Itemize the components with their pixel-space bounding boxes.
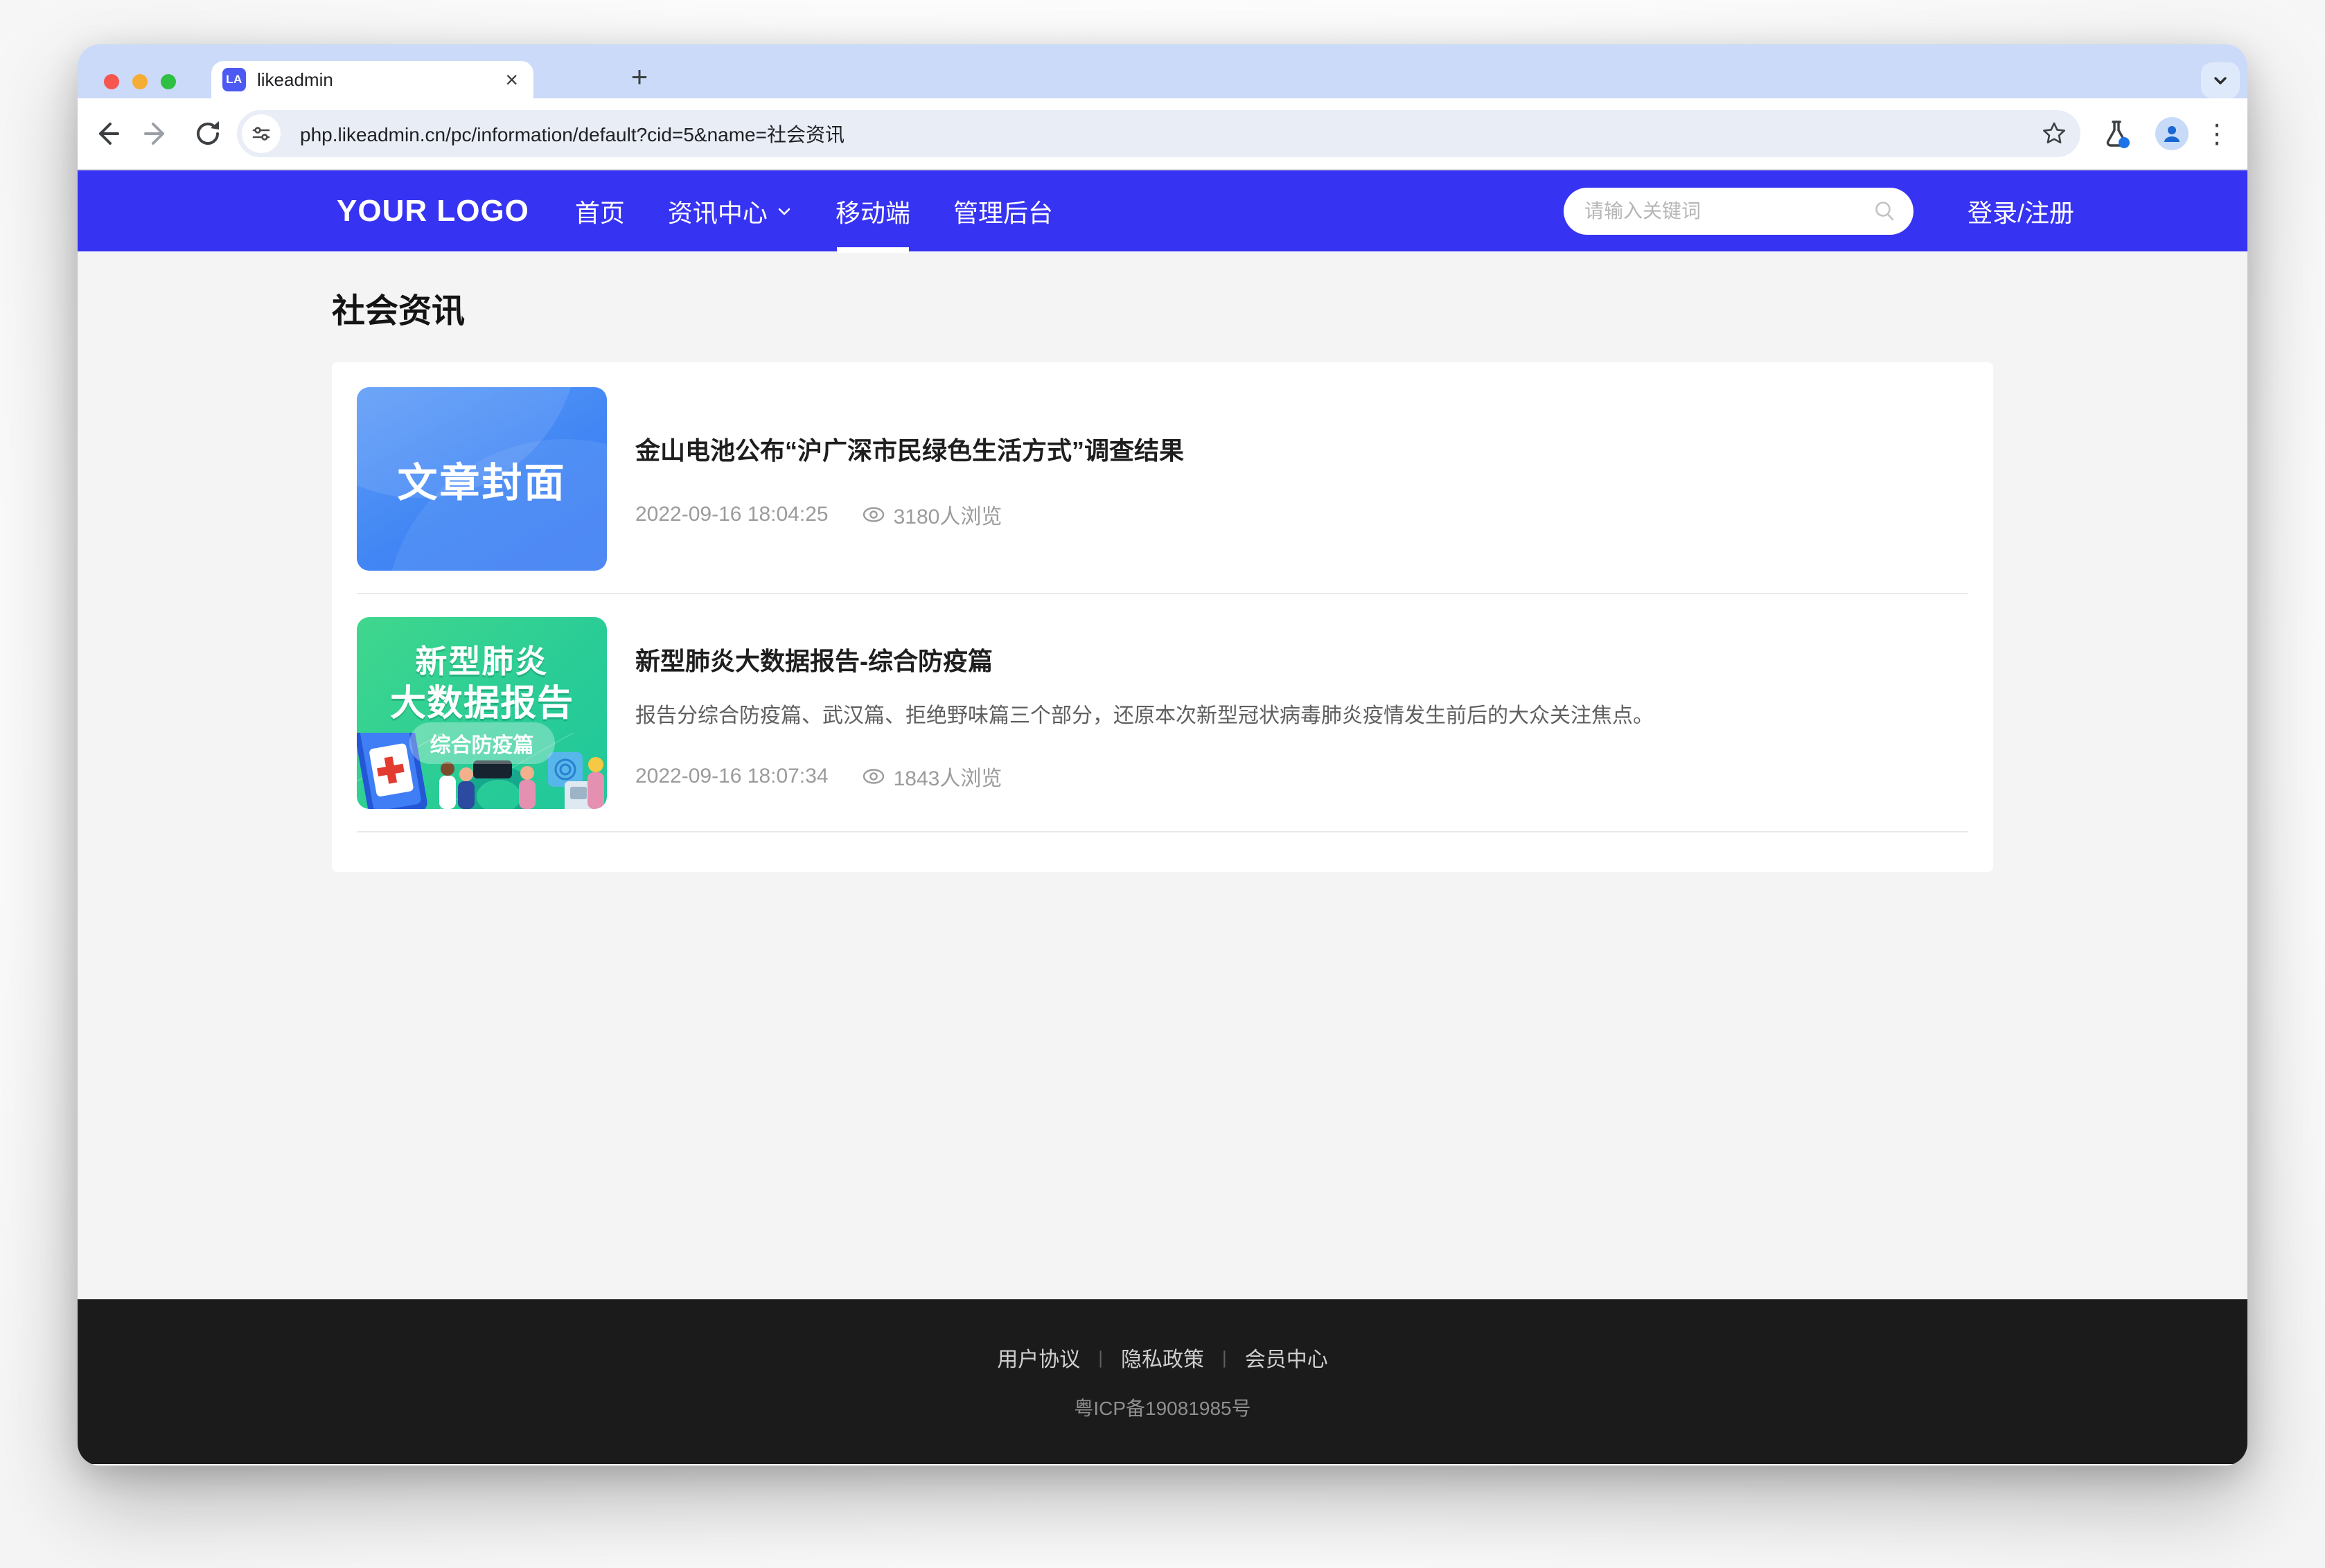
article-thumbnail[interactable]: 文章封面	[357, 387, 607, 571]
divider	[357, 593, 1968, 594]
zoom-window-button[interactable]	[161, 74, 176, 89]
footer-separator: |	[1098, 1347, 1103, 1369]
tab-strip: LA likeadmin × +	[78, 44, 2247, 98]
eye-icon	[862, 506, 885, 523]
site-logo[interactable]: YOUR LOGO	[337, 194, 529, 229]
article-views: 1843人浏览	[862, 761, 1002, 792]
article-list-card: 文章封面 金山电池公布“沪广深市民绿色生活方式”调查结果 2022-09-16 …	[332, 362, 1993, 872]
chevron-down-icon	[776, 203, 793, 220]
nav-item-home[interactable]: 首页	[575, 193, 625, 229]
search-box	[1564, 188, 1913, 235]
article-title[interactable]: 新型肺炎大数据报告-综合防疫篇	[635, 646, 1968, 677]
footer-links: 用户协议 | 隐私政策 | 会员中心	[997, 1342, 1328, 1373]
desktop: LA likeadmin × +	[0, 0, 2325, 1568]
search-icon[interactable]	[1873, 199, 1897, 226]
site-navbar: YOUR LOGO 首页 资讯中心 移动端 管理后台	[78, 170, 2247, 251]
article-thumbnail[interactable]: 新型肺炎 大数据报告 综合防疫篇	[357, 617, 607, 809]
views-count: 3180人浏览	[894, 499, 1002, 530]
tab-favicon: LA	[222, 68, 246, 91]
icp-number: 粤ICP备19081985号	[1074, 1393, 1250, 1421]
thumbnail-title-line2: 大数据报告	[357, 674, 607, 726]
close-window-button[interactable]	[104, 74, 119, 89]
footer-separator: |	[1222, 1347, 1227, 1369]
article-date: 2022-09-16 18:07:34	[635, 765, 829, 788]
browser-toolbar: php.likeadmin.cn/pc/information/default?…	[78, 98, 2247, 170]
browser-menu-icon[interactable]: ⋮	[2196, 98, 2238, 169]
article-meta: 2022-09-16 18:07:34 1843人浏览	[635, 761, 1968, 792]
window-controls	[104, 74, 176, 89]
divider	[357, 831, 1968, 832]
page-content: 社会资讯 文章封面 金山电池公布“沪广深市民绿色生活方式”调查结果 2022-0…	[78, 251, 2247, 1299]
views-count: 1843人浏览	[894, 761, 1002, 792]
thumbnail-caption: 文章封面	[397, 450, 566, 508]
article-views: 3180人浏览	[862, 499, 1002, 530]
address-bar[interactable]: php.likeadmin.cn/pc/information/default?…	[237, 110, 2080, 157]
nav-links: 首页 资讯中心 移动端 管理后台	[575, 193, 1096, 229]
forward-icon[interactable]	[136, 98, 177, 169]
profile-avatar[interactable]	[2146, 98, 2198, 169]
article-date: 2022-09-16 18:04:25	[635, 503, 829, 526]
footer-link-privacy-policy[interactable]: 隐私政策	[1121, 1342, 1204, 1373]
article-title[interactable]: 金山电池公布“沪广深市民绿色生活方式”调查结果	[635, 436, 1968, 466]
article-summary: 报告分综合防疫篇、武汉篇、拒绝野味篇三个部分，还原本次新型冠状病毒肺炎疫情发生前…	[635, 702, 1968, 731]
page-title: 社会资讯	[332, 251, 1993, 332]
thumbnail-badge: 综合防疫篇	[409, 722, 555, 764]
minimize-window-button[interactable]	[132, 74, 148, 89]
url-text[interactable]: php.likeadmin.cn/pc/information/default?…	[300, 120, 2026, 148]
article-row[interactable]: 文章封面 金山电池公布“沪广深市民绿色生活方式”调查结果 2022-09-16 …	[357, 387, 1968, 571]
avatar-icon	[2155, 117, 2189, 150]
footer-link-member-center[interactable]: 会员中心	[1245, 1342, 1328, 1373]
bookmark-star-icon[interactable]	[2040, 120, 2068, 148]
tab-search-chevron-icon[interactable]	[2201, 62, 2240, 98]
footer-link-user-agreement[interactable]: 用户协议	[997, 1342, 1080, 1373]
nav-item-news-center[interactable]: 资讯中心	[668, 193, 793, 229]
article-row[interactable]: 新型肺炎 大数据报告 综合防疫篇	[357, 617, 1968, 809]
nav-item-admin[interactable]: 管理后台	[953, 193, 1053, 229]
tab-close-icon[interactable]: ×	[502, 69, 521, 91]
site-info-icon[interactable]	[242, 114, 281, 153]
back-icon[interactable]	[86, 98, 127, 169]
search-input[interactable]	[1564, 188, 1913, 235]
eye-icon	[862, 768, 885, 785]
tab-title: likeadmin	[257, 69, 502, 91]
article-meta: 2022-09-16 18:04:25 3180人浏览	[635, 499, 1968, 530]
nav-item-mobile[interactable]: 移动端	[836, 193, 910, 229]
reload-icon[interactable]	[187, 98, 229, 169]
experiments-flask-icon[interactable]	[2090, 98, 2143, 169]
new-tab-button[interactable]: +	[619, 57, 660, 97]
browser-window: LA likeadmin × +	[78, 44, 2247, 1465]
browser-tab[interactable]: LA likeadmin ×	[211, 61, 533, 98]
site-footer: 用户协议 | 隐私政策 | 会员中心 粤ICP备19081985号	[78, 1299, 2247, 1464]
login-register-link[interactable]: 登录/注册	[1968, 193, 2074, 229]
